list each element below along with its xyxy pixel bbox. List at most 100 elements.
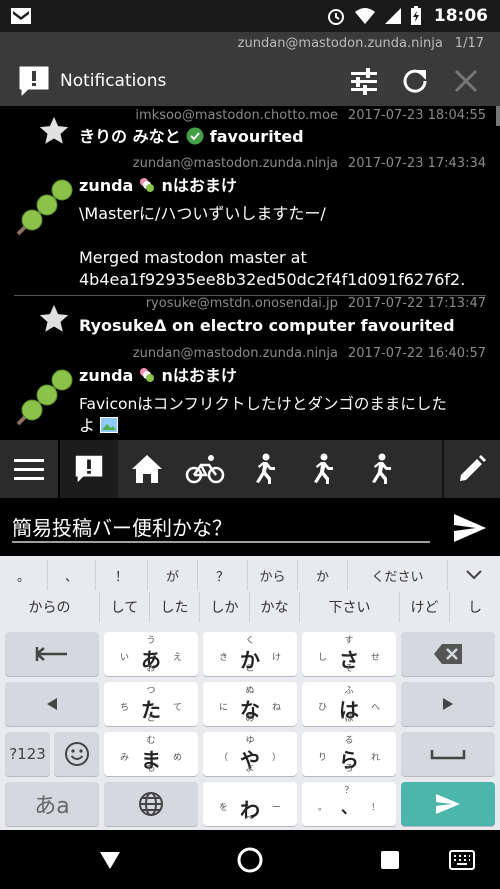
numeric-mode-key[interactable]: ?123 [5,732,50,776]
tab-notifications[interactable] [58,440,118,498]
tab-running-3[interactable] [350,440,408,498]
keyboard-icon [449,850,475,870]
system-nav-bar [0,830,500,889]
tab-federated[interactable] [234,440,292,498]
suggestion[interactable]: した [150,592,200,622]
action-label: favourited [355,316,455,335]
backspace-key[interactable] [401,632,495,676]
status-bar: 18:06 [0,0,500,32]
keyboard-switch-button[interactable] [447,845,477,875]
suggestion[interactable]: から [248,560,298,590]
check-badge-icon [186,127,204,145]
dango-emoji-icon [140,368,155,382]
menu-button[interactable] [0,440,58,498]
send-icon[interactable] [452,510,488,546]
suggestion[interactable]: して [100,592,150,622]
refresh-icon [403,69,427,93]
suggestion[interactable]: 下さい [300,592,400,622]
close-button[interactable] [449,64,483,98]
quick-post-bar: 簡易投稿バー便利かな？ [0,498,500,556]
kana-key-ha[interactable]: ふひはへほ [302,682,396,726]
notification-item[interactable]: ryosuke@mstdn.onosendai.jp 2017-07-22 17:… [0,294,500,344]
suggestion[interactable]: が [148,560,198,590]
display-name: zunda [79,366,134,385]
notification-time: 2017-07-22 17:13:47 [347,296,486,311]
suggestion[interactable]: か [298,560,348,590]
kana-key-a[interactable]: ういあえお [104,632,198,676]
punctuation-key[interactable]: ？。、！ [302,782,396,826]
home-button[interactable] [235,845,265,875]
language-key[interactable] [104,782,198,826]
menu-icon [14,459,44,480]
chevron-down-icon [466,570,482,580]
quick-post-input[interactable]: 簡易投稿バー便利かな？ [12,512,232,541]
home-icon [132,455,162,483]
suggestion[interactable]: 、 [48,560,96,590]
toot-author: zunda nはおまけ [79,175,237,197]
notification-item[interactable]: zundan@mastodon.zunda.ninja 2017-07-23 17… [0,154,500,294]
notification-meta: imksoo@mastodon.chotto.moe 2017-07-23 18:… [135,108,486,123]
toot-line: Faviconはコンフリクトしたけとダンゴのままにした [79,395,447,413]
kana-key-ka[interactable]: くきかけこ [203,632,297,676]
dango-emoji-icon [140,178,155,192]
input-mode-key[interactable]: あa [5,782,99,826]
notification-account: zundan@mastodon.zunda.ninja [132,346,338,361]
notification-time: 2017-07-23 17:43:34 [347,156,486,171]
kana-key-na[interactable]: ぬになねの [203,682,297,726]
pencil-icon [460,455,486,481]
kana-key-ra[interactable]: るりられろ [302,732,396,776]
suggestion[interactable]: ？ [198,560,248,590]
kana-key-sa[interactable]: すしさせそ [302,632,396,676]
dango-avatar [16,369,73,426]
toot-author: zunda nはおまけ [79,365,237,387]
action-label: favourited [204,127,304,146]
tab-home[interactable] [118,440,176,498]
cursor-right-arrow-key[interactable] [401,682,495,726]
toot-line: 4b4ea1f92935ee8b32ed50dc2f4f1d091f6276f2… [79,270,466,289]
notification-text: RyosukeΔ on electro computer favourited [79,315,455,337]
suggestion[interactable]: けど [400,592,450,622]
tab-running-2[interactable] [292,440,350,498]
notification-timeline[interactable]: imksoo@mastodon.chotto.moe 2017-07-23 18:… [0,106,500,440]
enter-key[interactable] [401,782,495,826]
page-title: Notifications [60,71,167,91]
suggestion[interactable]: しか [200,592,250,622]
suggestion[interactable]: し [450,592,500,622]
back-triangle-icon [100,852,120,869]
handle-suffix: nはおまけ [161,176,237,195]
notification-item[interactable]: zundan@mastodon.zunda.ninja 2017-07-22 16… [0,344,500,440]
notification-text: きりの みなと favourited [79,126,304,148]
emoji-key[interactable] [54,732,99,776]
filter-settings-button[interactable] [347,64,381,98]
running-icon [256,453,275,484]
kana-key-ma[interactable]: むみまめも [104,732,198,776]
kana-key-ta[interactable]: つちたてと [104,682,198,726]
display-name: RyosukeΔ on electro computer [79,316,356,335]
kana-key-ya[interactable]: ゆ（や）よ [203,732,297,776]
suggestion-row: 。 、 ！ が ？ から か ください [0,560,500,590]
suggestion[interactable]: からの [0,592,100,622]
back-button[interactable] [95,845,125,875]
suggestion[interactable]: ！ [96,560,148,590]
compose-button[interactable] [442,440,500,498]
tab-local[interactable] [176,440,234,498]
app-header: zundan@mastodon.zunda.ninja 1/17 Notifica… [0,32,500,106]
cursor-left-key[interactable] [5,632,99,676]
space-key[interactable] [401,732,495,776]
battery-charging-icon [410,6,421,25]
refresh-button[interactable] [398,64,432,98]
notification-item[interactable]: imksoo@mastodon.chotto.moe 2017-07-23 18:… [0,106,500,158]
recents-button[interactable] [375,845,405,875]
mail-icon [11,8,31,24]
input-underline [12,541,430,543]
running-icon [314,453,333,484]
cursor-left-arrow-key[interactable] [5,682,99,726]
suggestion[interactable]: かな [250,592,300,622]
close-icon [454,69,478,93]
notifications-icon [75,455,103,483]
backspace-icon [434,644,462,664]
kana-key-wa[interactable]: をわー〜 [203,782,297,826]
expand-suggestions-button[interactable] [448,560,500,590]
suggestion[interactable]: ください [348,560,448,590]
suggestion[interactable]: 。 [0,560,48,590]
